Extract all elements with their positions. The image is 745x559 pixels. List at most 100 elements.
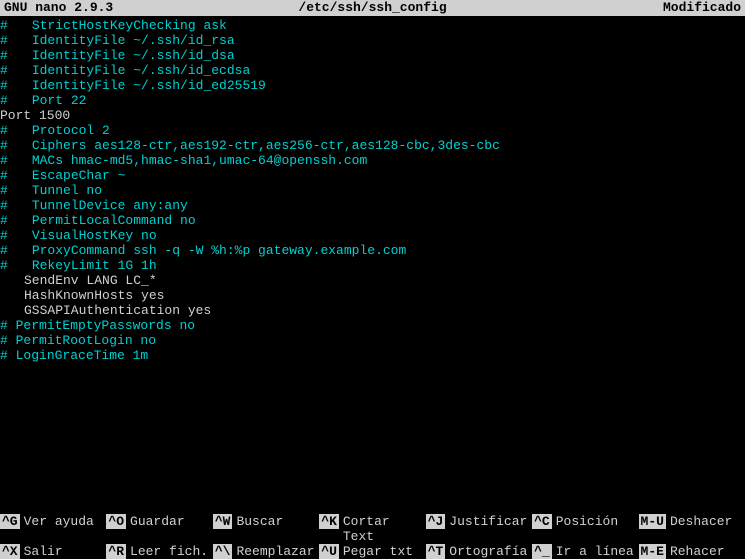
config-line[interactable]: # StrictHostKeyChecking ask — [0, 18, 745, 33]
line-text: Tunnel no — [32, 183, 102, 198]
comment-hash: # — [0, 243, 8, 258]
shortcut-item: ^\Reemplazar — [213, 544, 319, 559]
shortcut-key: M-E — [639, 544, 666, 559]
app-name: GNU nano 2.9.3 — [4, 0, 250, 16]
shortcut-item: ^JJustificar — [426, 514, 532, 544]
comment-hash: # — [0, 228, 8, 243]
config-line[interactable]: # PermitEmptyPasswords no — [0, 318, 745, 333]
line-text: SendEnv LANG LC_* — [24, 273, 157, 288]
shortcut-desc: Guardar — [130, 514, 185, 529]
shortcut-key: ^X — [0, 544, 20, 559]
comment-hash: # — [0, 48, 8, 63]
shortcut-desc: Ortografía — [449, 544, 527, 559]
shortcut-item: M-E Rehacer — [639, 544, 745, 559]
line-text: TunnelDevice any:any — [32, 198, 188, 213]
comment-hash: # — [0, 213, 8, 228]
shortcut-desc: Ir a línea — [556, 544, 634, 559]
config-line[interactable]: # IdentityFile ~/.ssh/id_dsa — [0, 48, 745, 63]
line-text: PermitRootLogin no — [8, 333, 156, 348]
comment-hash: # — [0, 258, 8, 273]
comment-hash: # — [0, 93, 8, 108]
config-line[interactable]: Port 1500 — [0, 108, 745, 123]
comment-hash: # — [0, 153, 8, 168]
shortcut-desc: Salir — [24, 544, 63, 559]
line-text: EscapeChar ~ — [32, 168, 126, 183]
shortcut-item: ^R Leer fich. — [106, 544, 212, 559]
line-text: LoginGraceTime 1m — [8, 348, 148, 363]
config-line[interactable]: # IdentityFile ~/.ssh/id_rsa — [0, 33, 745, 48]
line-text: IdentityFile ~/.ssh/id_ed25519 — [32, 78, 266, 93]
line-text: HashKnownHosts yes — [24, 288, 164, 303]
line-text: RekeyLimit 1G 1h — [32, 258, 157, 273]
config-line[interactable]: # Tunnel no — [0, 183, 745, 198]
config-line[interactable]: SendEnv LANG LC_* — [0, 273, 745, 288]
shortcut-key: ^K — [319, 514, 339, 529]
config-line[interactable]: # ProxyCommand ssh -q -W %h:%p gateway.ex… — [0, 243, 745, 258]
config-line[interactable]: # PermitLocalCommand no — [0, 213, 745, 228]
shortcut-key: ^_ — [532, 544, 552, 559]
line-text: GSSAPIAuthentication yes — [24, 303, 211, 318]
line-text: IdentityFile ~/.ssh/id_ecdsa — [32, 63, 250, 78]
shortcut-key: ^J — [426, 514, 446, 529]
shortcut-item: ^OGuardar — [106, 514, 212, 544]
comment-hash: # — [0, 183, 8, 198]
config-line[interactable]: # TunnelDevice any:any — [0, 198, 745, 213]
line-text: Port 1500 — [0, 108, 70, 123]
line-text: IdentityFile ~/.ssh/id_dsa — [32, 48, 235, 63]
shortcut-item: ^GVer ayuda — [0, 514, 106, 544]
editor-area[interactable]: #StrictHostKeyChecking ask#IdentityFile … — [0, 16, 745, 363]
line-text: VisualHostKey no — [32, 228, 157, 243]
comment-hash: # — [0, 198, 8, 213]
comment-hash: # — [0, 123, 8, 138]
line-text: StrictHostKeyChecking ask — [32, 18, 227, 33]
line-text: ProxyCommand ssh -q -W %h:%p gateway.exa… — [32, 243, 406, 258]
shortcut-item: ^_ Ir a línea — [532, 544, 638, 559]
comment-hash: # — [0, 168, 8, 183]
line-text: PermitLocalCommand no — [32, 213, 196, 228]
shortcut-desc: Reemplazar — [236, 544, 314, 559]
shortcut-item: ^WBuscar — [213, 514, 319, 544]
shortcut-item: ^UPegar txt — [319, 544, 425, 559]
line-text: Port 22 — [32, 93, 87, 108]
line-text: PermitEmptyPasswords no — [8, 318, 195, 333]
shortcut-key: ^R — [106, 544, 126, 559]
shortcut-item: ^K Cortar Text — [319, 514, 425, 544]
comment-hash: # — [0, 348, 8, 363]
comment-hash: # — [0, 333, 8, 348]
shortcut-bar: ^GVer ayuda^OGuardar^WBuscar^K Cortar Tex… — [0, 514, 745, 559]
shortcut-desc: Rehacer — [670, 544, 725, 559]
line-text: Protocol 2 — [32, 123, 110, 138]
shortcut-item: ^C Posición — [532, 514, 638, 544]
modified-status: Modificado — [495, 0, 741, 16]
config-line[interactable]: # RekeyLimit 1G 1h — [0, 258, 745, 273]
config-line[interactable]: # Port 22 — [0, 93, 745, 108]
config-line[interactable]: #MACs hmac-md5,hmac-sha1,umac-64@openssh… — [0, 153, 745, 168]
comment-hash: # — [0, 33, 8, 48]
config-line[interactable]: #Ciphers aes128-ctr,aes192-ctr,aes256-ct… — [0, 138, 745, 153]
shortcut-desc: Posición — [556, 514, 618, 529]
config-line[interactable]: GSSAPIAuthentication yes — [0, 303, 745, 318]
comment-hash: # — [0, 18, 8, 33]
config-line[interactable]: # LoginGraceTime 1m — [0, 348, 745, 363]
config-line[interactable]: #IdentityFile ~/.ssh/id_ecdsa — [0, 63, 745, 78]
config-line[interactable]: # EscapeChar ~ — [0, 168, 745, 183]
config-line[interactable]: # VisualHostKey no — [0, 228, 745, 243]
line-text: Ciphers aes128-ctr,aes192-ctr,aes256-ctr… — [32, 138, 500, 153]
shortcut-key: ^C — [532, 514, 552, 529]
shortcut-key: ^G — [0, 514, 20, 529]
shortcut-desc: Leer fich. — [130, 544, 208, 559]
file-path: /etc/ssh/ssh_config — [250, 0, 496, 16]
shortcut-desc: Cortar Text — [343, 514, 426, 544]
shortcut-desc: Justificar — [449, 514, 527, 529]
shortcut-key: ^U — [319, 544, 339, 559]
config-line[interactable]: # PermitRootLogin no — [0, 333, 745, 348]
shortcut-key: M-U — [639, 514, 666, 529]
line-text: IdentityFile ~/.ssh/id_rsa — [32, 33, 235, 48]
shortcut-desc: Buscar — [236, 514, 283, 529]
config-line[interactable]: #IdentityFile ~/.ssh/id_ed25519 — [0, 78, 745, 93]
shortcut-desc: Deshacer — [670, 514, 732, 529]
config-line[interactable]: # Protocol 2 — [0, 123, 745, 138]
comment-hash: # — [0, 318, 8, 333]
config-line[interactable]: HashKnownHosts yes — [0, 288, 745, 303]
shortcut-item: ^X Salir — [0, 544, 106, 559]
